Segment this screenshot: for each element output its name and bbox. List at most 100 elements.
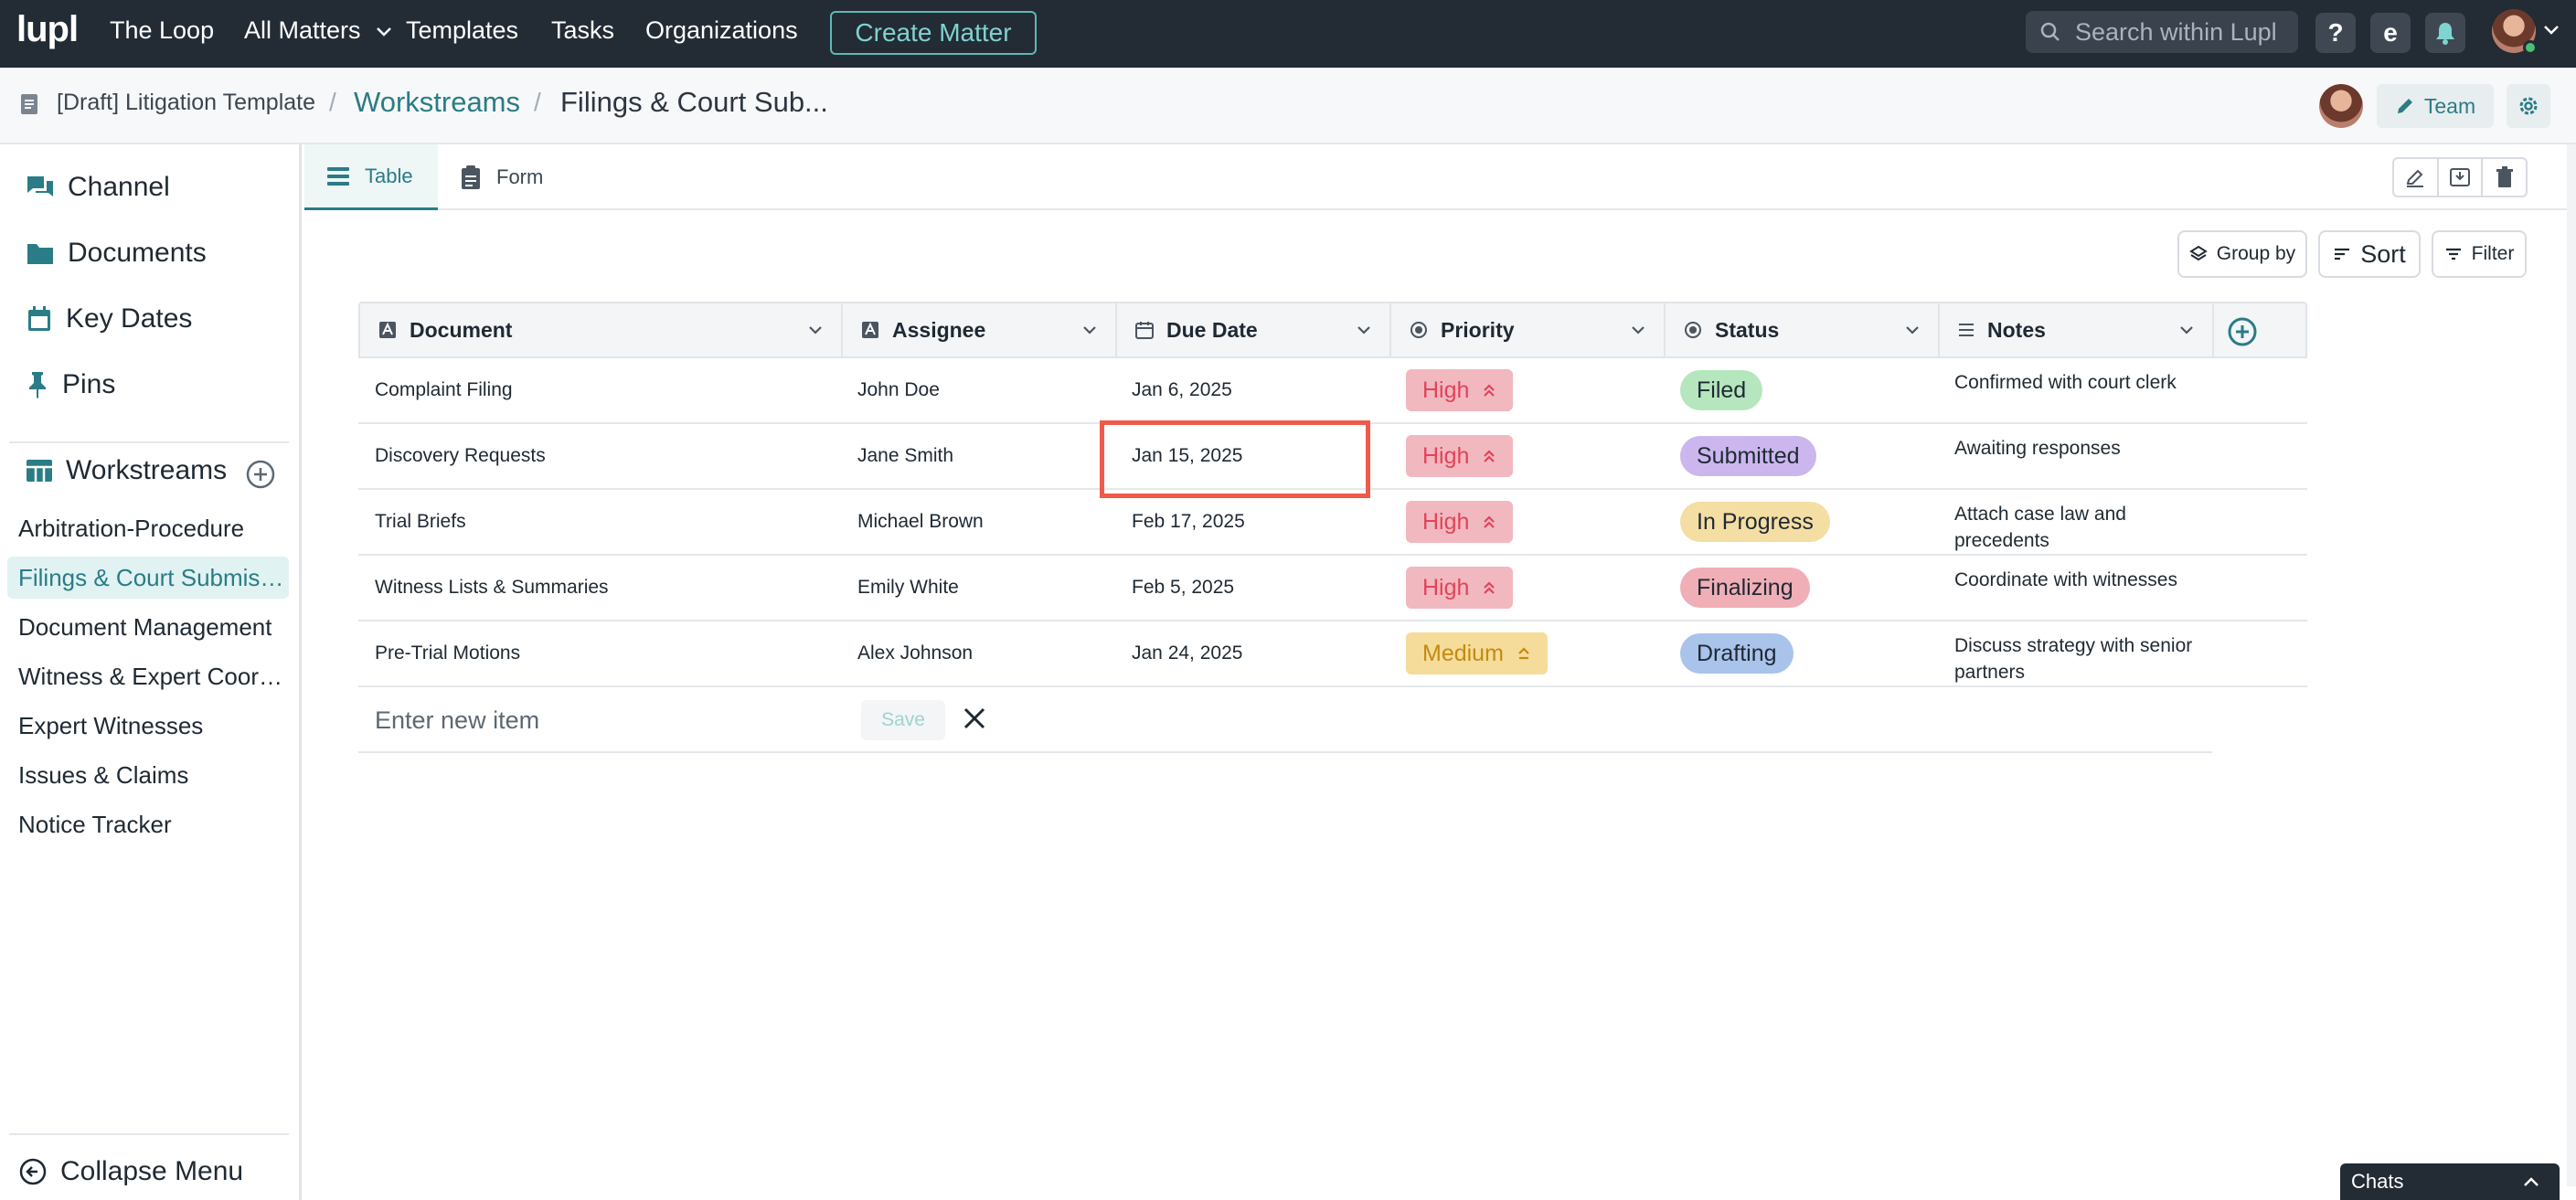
sidebar-item-workstream[interactable]: Document Management xyxy=(7,606,289,648)
sidebar-item-workstream[interactable]: Witness & Expert Coordination xyxy=(7,655,289,697)
global-search[interactable] xyxy=(2026,11,2298,53)
cell-status[interactable]: In Progress xyxy=(1664,490,1830,554)
close-icon[interactable] xyxy=(962,706,987,731)
group-by-button[interactable]: Group by xyxy=(2177,230,2307,278)
cell-priority[interactable]: High xyxy=(1389,490,1514,554)
add-column-icon[interactable] xyxy=(2227,316,2258,347)
chevron-down-icon[interactable] xyxy=(2179,325,2194,335)
breadcrumb-template[interactable]: [Draft] Litigation Template xyxy=(57,90,315,116)
sidebar-item-pins[interactable]: Pins xyxy=(26,369,115,400)
tab-form-label: Form xyxy=(496,165,544,188)
chevron-down-icon[interactable] xyxy=(1357,325,1371,335)
cell-document[interactable]: Pre-Trial Motions xyxy=(358,621,520,685)
cell-notes[interactable]: Coordinate with witnesses xyxy=(1938,556,2203,620)
create-matter-button[interactable]: Create Matter xyxy=(830,11,1037,55)
chevron-down-icon[interactable] xyxy=(1905,325,1920,335)
cell-document[interactable]: Witness Lists & Summaries xyxy=(358,556,609,620)
user-avatar[interactable] xyxy=(2492,9,2538,55)
add-workstream-icon[interactable] xyxy=(245,459,276,490)
list-icon xyxy=(327,166,349,186)
notifications-button[interactable] xyxy=(2425,13,2465,53)
cell-status[interactable]: Submitted xyxy=(1664,424,1816,488)
cell-notes[interactable]: Confirmed with court clerk xyxy=(1938,358,2203,422)
chevron-down-icon[interactable] xyxy=(2543,25,2560,36)
cell-document[interactable]: Trial Briefs xyxy=(358,490,466,554)
sidebar-item-workstream[interactable]: Issues & Claims xyxy=(7,754,289,796)
team-button[interactable]: Team xyxy=(2377,84,2494,128)
cell-document[interactable]: Discovery Requests xyxy=(358,424,546,488)
sidebar-item-workstream[interactable]: Notice Tracker xyxy=(7,803,289,845)
tab-form[interactable]: Form xyxy=(438,144,575,210)
table-row[interactable]: Complaint Filing John Doe Jan 6, 2025 High F… xyxy=(358,358,2307,424)
cell-priority[interactable]: High xyxy=(1389,424,1514,488)
cell-status[interactable]: Drafting xyxy=(1664,621,1794,685)
page-scrollbar[interactable] xyxy=(2567,144,2576,1186)
cell-priority[interactable]: High xyxy=(1389,358,1514,422)
sidebar-item-workstream[interactable]: Expert Witnesses xyxy=(7,705,289,747)
cell-status[interactable]: Finalizing xyxy=(1664,556,1810,620)
cell-priority[interactable]: High xyxy=(1389,556,1514,620)
help-button[interactable]: ? xyxy=(2315,13,2356,53)
cell-assignee[interactable]: John Doe xyxy=(841,358,940,422)
cell-assignee[interactable]: Emily White xyxy=(841,556,959,620)
cell-assignee[interactable]: Alex Johnson xyxy=(841,621,973,685)
export-button[interactable] xyxy=(2439,159,2484,196)
column-header-document[interactable]: Document xyxy=(360,303,843,356)
sidebar-item-workstream-active[interactable]: Filings & Court Submissions xyxy=(7,557,289,599)
nav-tasks[interactable]: Tasks xyxy=(551,16,614,45)
cell-status[interactable]: Filed xyxy=(1664,358,1763,422)
cell-due-date[interactable]: Jan 6, 2025 xyxy=(1115,358,1232,422)
table-row[interactable]: Trial Briefs Michael Brown Feb 17, 2025 Hig… xyxy=(358,490,2307,556)
save-button[interactable]: Save xyxy=(861,700,945,740)
cell-notes[interactable]: Attach case law and precedents xyxy=(1938,490,2203,554)
column-header-assignee[interactable]: Assignee xyxy=(843,303,1117,356)
cell-assignee[interactable]: Jane Smith xyxy=(841,424,953,488)
table-row[interactable]: Pre-Trial Motions Alex Johnson Jan 24, 202… xyxy=(358,621,2307,687)
breadcrumb-workstreams[interactable]: Workstreams xyxy=(354,86,520,119)
sidebar-item-workstream[interactable]: Arbitration-Procedure xyxy=(7,507,289,549)
column-header-priority[interactable]: Priority xyxy=(1391,303,1666,356)
cell-due-date[interactable]: Jan 24, 2025 xyxy=(1115,621,1242,685)
lines-icon xyxy=(1959,324,1974,336)
column-header-label: Status xyxy=(1715,317,1780,342)
view-tabs: Table Form xyxy=(304,144,2571,210)
sort-button[interactable]: Sort xyxy=(2318,230,2421,278)
nav-templates[interactable]: Templates xyxy=(406,16,518,45)
tab-table[interactable]: Table xyxy=(304,144,438,210)
chevron-down-icon[interactable] xyxy=(1631,325,1645,335)
delete-button[interactable] xyxy=(2483,159,2526,196)
chevron-down-icon[interactable] xyxy=(808,325,823,335)
sidebar-item-key-dates[interactable]: Key Dates xyxy=(26,303,192,335)
member-avatar[interactable] xyxy=(2319,84,2363,128)
e-app-button[interactable]: e xyxy=(2370,13,2411,53)
column-header-notes[interactable]: Notes xyxy=(1940,303,2214,356)
nav-the-loop[interactable]: The Loop xyxy=(110,16,214,45)
sidebar-item-channel[interactable]: Channel xyxy=(26,172,170,203)
new-item-input[interactable] xyxy=(375,704,832,737)
status-badge: Filed xyxy=(1680,370,1763,410)
chats-panel-toggle[interactable]: Chats xyxy=(2340,1163,2560,1200)
settings-button[interactable] xyxy=(2507,84,2550,128)
cell-notes[interactable]: Discuss strategy with senior partners xyxy=(1938,621,2203,685)
chevron-up-bar-icon xyxy=(1518,647,1529,660)
cell-priority[interactable]: Medium xyxy=(1389,621,1548,685)
collapse-menu-button[interactable]: Collapse Menu xyxy=(18,1156,243,1187)
cell-due-date[interactable]: Feb 5, 2025 xyxy=(1115,556,1234,620)
table-row[interactable]: Witness Lists & Summaries Emily White Feb … xyxy=(358,556,2307,621)
nav-all-matters[interactable]: All Matters xyxy=(244,16,391,45)
lupl-logo[interactable]: lupl xyxy=(16,9,79,50)
priority-badge: High xyxy=(1406,435,1514,477)
column-header-due-date[interactable]: Due Date xyxy=(1117,303,1391,356)
cell-document[interactable]: Complaint Filing xyxy=(358,358,513,422)
cell-assignee[interactable]: Michael Brown xyxy=(841,490,984,554)
cell-due-date[interactable]: Feb 17, 2025 xyxy=(1115,490,1245,554)
chevron-down-icon[interactable] xyxy=(1082,325,1097,335)
sidebar-item-documents[interactable]: Documents xyxy=(26,238,207,269)
workstreams-header[interactable]: Workstreams xyxy=(26,455,227,486)
nav-organizations[interactable]: Organizations xyxy=(645,16,798,45)
search-input[interactable] xyxy=(2075,17,2291,47)
column-header-status[interactable]: Status xyxy=(1666,303,1940,356)
cell-notes[interactable]: Awaiting responses xyxy=(1938,424,2203,488)
filter-button[interactable]: Filter xyxy=(2432,230,2527,278)
edit-button[interactable] xyxy=(2394,159,2439,196)
